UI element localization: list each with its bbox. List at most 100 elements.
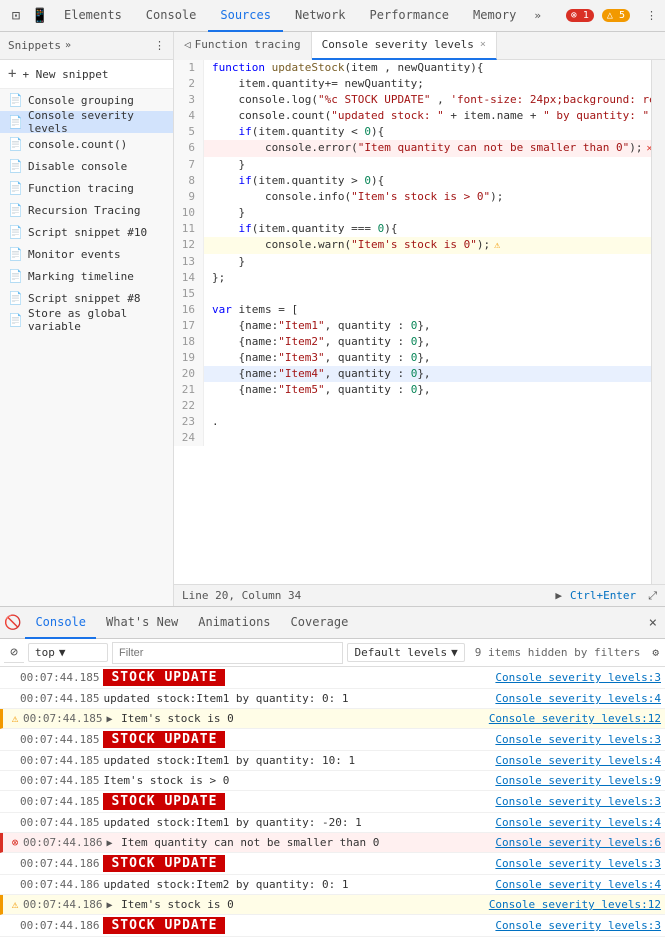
run-icon[interactable]: ▶ <box>555 589 562 602</box>
context-select[interactable]: top ▼ <box>28 643 108 662</box>
code-line: 10 } <box>174 205 651 221</box>
code-line-selected: 20 {name:"Item4", quantity : 0}, <box>174 366 651 382</box>
console-row: 00:07:44.185 STOCK UPDATE Console severi… <box>0 667 665 689</box>
bottom-close-icon[interactable]: × <box>645 611 661 635</box>
source-link[interactable]: Console severity levels:9 <box>495 774 661 787</box>
filter-input[interactable] <box>112 642 343 664</box>
source-link[interactable]: Console severity levels:3 <box>495 857 661 870</box>
new-snippet-label: + New snippet <box>22 68 108 81</box>
console-message: ▶ Item quantity can not be smaller than … <box>106 836 491 849</box>
code-area: ◁ Function tracing Console severity leve… <box>174 32 665 606</box>
code-tab-console-severity[interactable]: Console severity levels × <box>312 32 497 60</box>
console-row: 00:07:44.185 updated stock:Item1 by quan… <box>0 751 665 771</box>
tab-network[interactable]: Network <box>283 0 358 32</box>
sidebar-item-label: Recursion Tracing <box>28 204 141 217</box>
sidebar-item-console-severity-levels[interactable]: 📄 Console severity levels <box>0 111 173 133</box>
source-link[interactable]: Console severity levels:12 <box>489 898 661 911</box>
sidebar-item-label: Disable console <box>28 160 127 173</box>
sidebar-item-function-tracing[interactable]: 📄 Function tracing <box>0 177 173 199</box>
tab-overflow-icon[interactable]: » <box>528 0 547 32</box>
source-link[interactable]: Console severity levels:6 <box>495 836 661 849</box>
source-link[interactable]: Console severity levels:3 <box>495 733 661 746</box>
code-tab-function-tracing[interactable]: ◁ Function tracing <box>174 32 312 60</box>
console-settings-icon[interactable]: ⚙ <box>650 644 661 661</box>
sidebar-item-store-global[interactable]: 📄 Store as global variable <box>0 309 173 331</box>
timestamp: 00:07:44.185 <box>20 733 99 746</box>
sidebar-item-disable-console[interactable]: 📄 Disable console <box>0 155 173 177</box>
tab-coverage[interactable]: Coverage <box>281 607 359 639</box>
file-icon: 📄 <box>8 137 23 151</box>
sidebar-item-marking-timeline[interactable]: 📄 Marking timeline <box>0 265 173 287</box>
expand-arrow-icon[interactable]: ▶ <box>106 714 112 725</box>
hidden-items-count: 9 items hidden by filters <box>469 646 647 659</box>
source-link[interactable]: Console severity levels:4 <box>495 878 661 891</box>
run-shortcut[interactable]: Ctrl+Enter <box>570 589 636 602</box>
source-link[interactable]: Console severity levels:4 <box>495 692 661 705</box>
expand-icon[interactable]: ⤢ <box>648 589 657 603</box>
tab-console[interactable]: Console <box>134 0 209 32</box>
console-row: 00:07:44.185 updated stock:Item1 by quan… <box>0 813 665 833</box>
tab-console[interactable]: Console <box>25 607 96 639</box>
timestamp: 00:07:44.185 <box>20 754 99 767</box>
console-message: ▶ Item's stock is 0 <box>106 712 484 725</box>
device-toggle-icon[interactable]: 📱 <box>28 4 52 28</box>
tab-whats-new[interactable]: What's New <box>96 607 188 639</box>
code-line: 24 <box>174 430 651 446</box>
more-icon[interactable]: ⋮ <box>642 5 661 26</box>
code-footer: Line 20, Column 34 ▶ Ctrl+Enter ⤢ <box>174 584 665 606</box>
sidebar-item-script-10[interactable]: 📄 Script snippet #10 <box>0 221 173 243</box>
file-icon: 📄 <box>8 269 23 283</box>
inspect-icon[interactable]: ⊡ <box>4 4 28 28</box>
sidebar-overflow-icon[interactable]: » <box>65 40 71 51</box>
stock-update-box: STOCK UPDATE <box>103 793 225 810</box>
tab-performance[interactable]: Performance <box>358 0 461 32</box>
console-message: updated stock:Item1 by quantity: -20: 1 <box>103 816 491 829</box>
close-tab-icon[interactable]: × <box>480 39 486 50</box>
tab-memory[interactable]: Memory <box>461 0 528 32</box>
console-output[interactable]: 00:07:44.185 STOCK UPDATE Console severi… <box>0 667 665 937</box>
source-link[interactable]: Console severity levels:3 <box>495 671 661 684</box>
code-lines-container[interactable]: 1 function updateStock(item , newQuantit… <box>174 60 651 584</box>
source-link[interactable]: Console severity levels:4 <box>495 754 661 767</box>
timestamp: 00:07:44.186 <box>23 898 102 911</box>
code-line: 3 console.log("%c STOCK UPDATE" , 'font-… <box>174 92 651 108</box>
file-icon: 📄 <box>8 93 23 107</box>
levels-select[interactable]: Default levels ▼ <box>347 643 464 662</box>
file-icon: 📄 <box>8 291 23 305</box>
sidebar-item-recursion-tracing[interactable]: 📄 Recursion Tracing <box>0 199 173 221</box>
code-line: 1 function updateStock(item , newQuantit… <box>174 60 651 76</box>
console-clear-icon[interactable]: 🚫 <box>4 615 21 631</box>
source-link[interactable]: Console severity levels:3 <box>495 795 661 808</box>
console-message: updated stock:Item2 by quantity: 0: 1 <box>103 878 491 891</box>
expand-arrow-icon[interactable]: ▶ <box>106 900 112 911</box>
source-link[interactable]: Console severity levels:4 <box>495 816 661 829</box>
console-message: updated stock:Item1 by quantity: 0: 1 <box>103 692 491 705</box>
tab-sources[interactable]: Sources <box>208 0 283 32</box>
file-icon: 📄 <box>8 313 23 327</box>
sidebar-item-monitor-events[interactable]: 📄 Monitor events <box>0 243 173 265</box>
levels-chevron-icon: ▼ <box>451 646 458 659</box>
code-line-warn: 12 console.warn("Item's stock is 0");⚠ <box>174 237 651 254</box>
sidebar-item-console-count[interactable]: 📄 console.count() <box>0 133 173 155</box>
source-link[interactable]: Console severity levels:3 <box>495 919 661 932</box>
console-row: 00:07:44.186 STOCK UPDATE Console severi… <box>0 853 665 875</box>
new-snippet-button[interactable]: + + New snippet <box>0 60 173 89</box>
tab-elements[interactable]: Elements <box>52 0 134 32</box>
right-scrollbar[interactable] <box>651 60 665 584</box>
sidebar-item-label: Marking timeline <box>28 270 134 283</box>
plus-icon: + <box>8 66 16 82</box>
timestamp: 00:07:44.186 <box>20 857 99 870</box>
source-link[interactable]: Console severity levels:12 <box>489 712 661 725</box>
sidebar-item-console-grouping[interactable]: 📄 Console grouping <box>0 89 173 111</box>
timestamp: 00:07:44.185 <box>20 774 99 787</box>
sidebar-more-icon[interactable]: ⋮ <box>154 39 165 52</box>
stock-update-box: STOCK UPDATE <box>103 669 225 686</box>
expand-arrow-icon[interactable]: ▶ <box>106 838 112 849</box>
tab-animations[interactable]: Animations <box>188 607 280 639</box>
context-chevron-icon: ▼ <box>59 646 66 659</box>
sidebar-title: Snippets <box>8 39 61 52</box>
timestamp: 00:07:44.186 <box>23 836 102 849</box>
error-icon: ⊗ <box>7 836 23 849</box>
sidebar-item-script-8[interactable]: 📄 Script snippet #8 <box>0 287 173 309</box>
console-clear-btn[interactable]: ⊘ <box>4 643 24 663</box>
